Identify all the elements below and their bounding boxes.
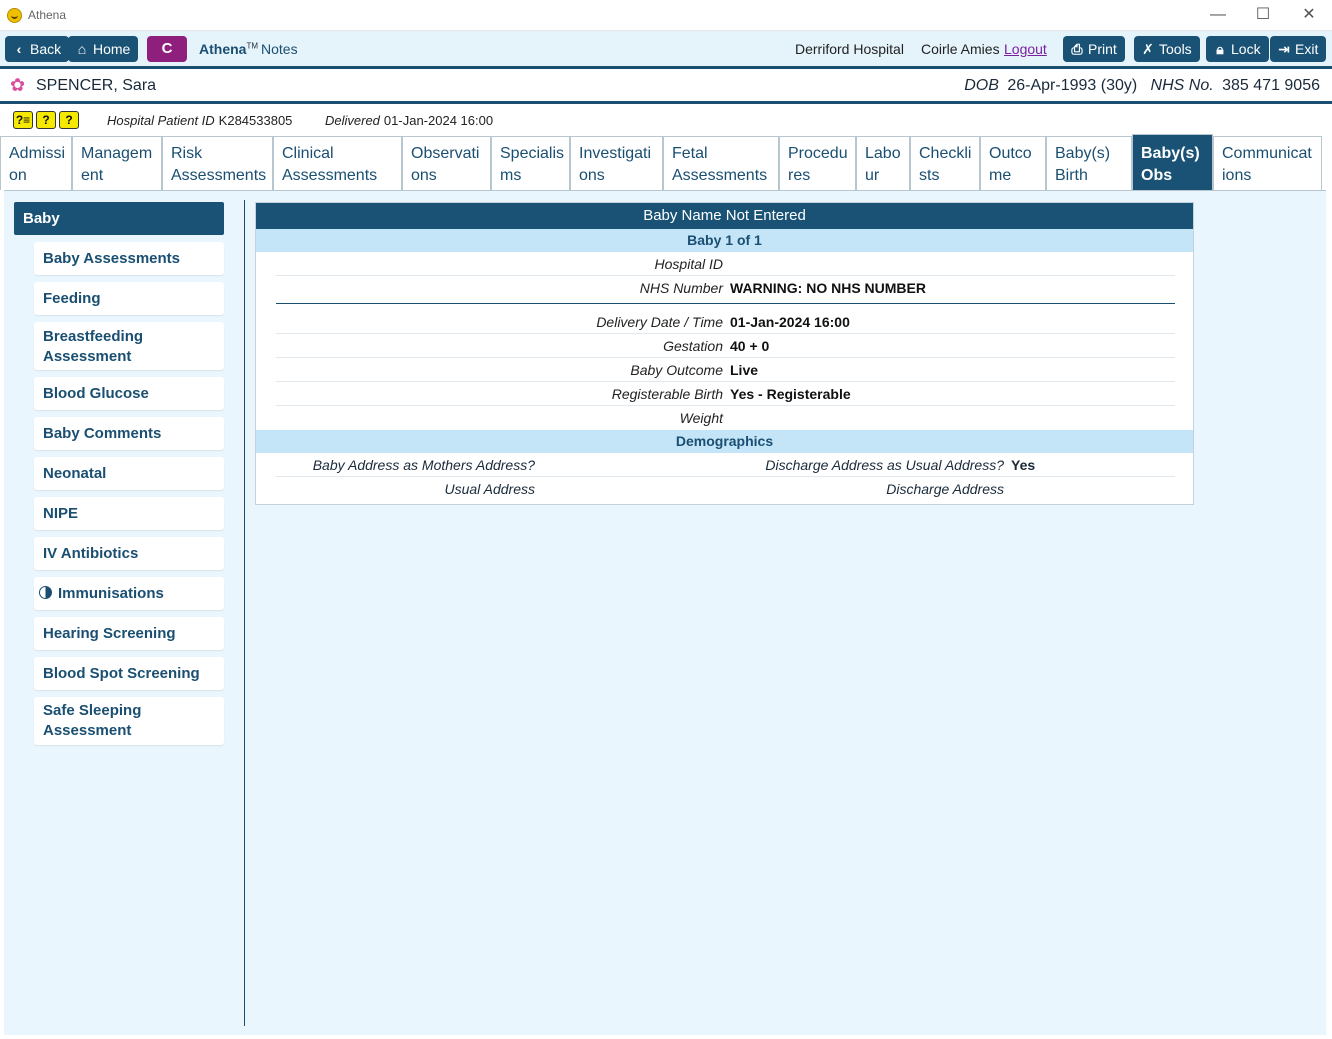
- tab-babys-obs[interactable]: Baby(s) Obs: [1132, 134, 1213, 190]
- tools-icon: ✗: [1142, 41, 1154, 57]
- patient-dob: 26-Apr-1993 (30y): [1007, 77, 1138, 94]
- user-name: Coirle Amies: [921, 41, 1000, 57]
- printer-icon: ⎙: [1071, 41, 1083, 57]
- tools-button[interactable]: ✗ Tools: [1134, 36, 1200, 62]
- question-list-icon[interactable]: ?≡: [13, 111, 33, 129]
- tab-investigations[interactable]: Investigati ons: [570, 136, 663, 190]
- panel-title: Baby Name Not Entered: [256, 203, 1193, 229]
- tab-admission[interactable]: Admissi on: [0, 136, 72, 190]
- logout-link[interactable]: Logout: [1004, 41, 1047, 57]
- demographics-row-addresses: Usual Address Discharge Address: [444, 481, 1004, 497]
- maximize-icon[interactable]: ☐: [1240, 4, 1286, 28]
- half-circle-icon: [39, 586, 52, 599]
- delivered-date: Delivered 01-Jan-2024 16:00: [325, 113, 494, 128]
- sidebar-item-iv-antibiotics[interactable]: IV Antibiotics: [34, 537, 224, 570]
- sidebar-item-baby-assessments[interactable]: Baby Assessments: [34, 242, 224, 275]
- window-title: Athena: [28, 8, 67, 22]
- question-alt-icon[interactable]: ?: [59, 111, 79, 129]
- section-tabs: Admissi on Managem ent Risk Assessments Cli…: [0, 134, 1332, 190]
- tab-specialisms[interactable]: Specialis ms: [491, 136, 570, 190]
- tab-procedures[interactable]: Procedu res: [779, 136, 856, 190]
- athena-app-icon: [7, 8, 22, 23]
- patient-nhs-number: 385 471 9056: [1222, 77, 1320, 94]
- patient-banner: ✿ SPENCER, Sara DOB 26-Apr-1993 (30y) NH…: [0, 69, 1332, 102]
- hospital-name: Derriford Hospital: [795, 41, 904, 57]
- baby-details-panel: Baby Name Not Entered Baby 1 of 1 Hospit…: [255, 202, 1194, 505]
- home-icon: ⌂: [77, 41, 87, 57]
- hospital-patient-id: Hospital Patient ID K284533805: [107, 113, 293, 128]
- field-row-nhs-number: NHS Number WARNING: NO NHS NUMBER: [276, 276, 1175, 300]
- sidebar-item-breastfeeding-assessment[interactable]: Breastfeeding Assessment: [34, 322, 224, 370]
- chevron-left-icon: ‹: [16, 41, 22, 57]
- field-row-weight: Weight: [679, 410, 723, 426]
- flower-icon: ✿: [10, 75, 26, 95]
- demographics-band: Demographics: [256, 430, 1193, 453]
- tab-management[interactable]: Managem ent: [72, 136, 162, 190]
- field-row-gestation: Gestation 40 + 0: [276, 334, 1175, 358]
- tab-risk-assessments[interactable]: Risk Assessments: [162, 136, 273, 190]
- tab-checklists[interactable]: Checkli sts: [910, 136, 980, 190]
- sidebar-header-baby[interactable]: Baby: [14, 202, 224, 235]
- sidebar-item-safe-sleeping-assessment[interactable]: Safe Sleeping Assessment: [34, 697, 224, 745]
- field-row-registerable-birth: Registerable Birth Yes - Registerable: [276, 382, 1175, 406]
- sidebar-item-nipe[interactable]: NIPE: [34, 497, 224, 530]
- tab-babys-birth[interactable]: Baby(s) Birth: [1046, 136, 1132, 190]
- exit-icon: ⇥: [1278, 41, 1290, 57]
- tab-observations[interactable]: Observati ons: [402, 136, 491, 190]
- tab-clinical-assessments[interactable]: Clinical Assessments: [273, 136, 402, 190]
- sidebar-item-feeding[interactable]: Feeding: [34, 282, 224, 315]
- app-title: AthenaTM Notes: [199, 41, 298, 57]
- back-button[interactable]: ‹ Back: [5, 36, 70, 62]
- tab-labour[interactable]: Labo ur: [856, 136, 910, 190]
- question-icon[interactable]: ?: [36, 111, 56, 129]
- tab-fetal-assessments[interactable]: Fetal Assessments: [663, 136, 779, 190]
- tab-outcome[interactable]: Outco me: [980, 136, 1046, 190]
- field-row-hospital-id: Hospital ID: [276, 252, 1175, 276]
- toolbar: ‹ Back ⌂ Home C AthenaTM Notes Derriford Ho…: [0, 31, 1332, 67]
- exit-button[interactable]: ⇥ Exit: [1270, 36, 1327, 62]
- tab-communications[interactable]: Communicat ions: [1213, 136, 1322, 190]
- close-icon[interactable]: ✕: [1286, 4, 1332, 28]
- print-button[interactable]: ⎙ Print: [1063, 36, 1125, 62]
- c-button[interactable]: C: [147, 36, 187, 62]
- field-row-baby-outcome: Baby Outcome Live: [276, 358, 1175, 382]
- lock-icon: 🔒︎: [1216, 41, 1224, 57]
- field-row-delivery-date: Delivery Date / Time 01-Jan-2024 16:00: [276, 310, 1175, 334]
- sidebar-item-immunisations[interactable]: Immunisations: [34, 577, 224, 610]
- demographics-row-address-flags: Baby Address as Mothers Address? Dischar…: [276, 453, 1175, 477]
- nhs-warning: WARNING: NO NHS NUMBER: [730, 280, 926, 296]
- home-button[interactable]: ⌂ Home: [68, 36, 139, 62]
- lock-button[interactable]: 🔒︎ Lock: [1206, 36, 1269, 62]
- sidebar-item-neonatal[interactable]: Neonatal: [34, 457, 224, 490]
- patient-dob-nhs: DOB 26-Apr-1993 (30y) NHS No. 385 471 90…: [964, 77, 1320, 94]
- patient-sub-banner: ?≡ ? ? Hospital Patient ID K284533805 Del…: [0, 104, 1332, 136]
- sidebar-item-blood-spot-screening[interactable]: Blood Spot Screening: [34, 657, 224, 690]
- sidebar-item-baby-comments[interactable]: Baby Comments: [34, 417, 224, 450]
- patient-name: SPENCER, Sara: [36, 77, 157, 94]
- baby-count-band: Baby 1 of 1: [256, 229, 1193, 252]
- sidebar-divider: [244, 200, 245, 1026]
- sidebar-item-hearing-screening[interactable]: Hearing Screening: [34, 617, 224, 650]
- sidebar-item-blood-glucose[interactable]: Blood Glucose: [34, 377, 224, 410]
- minimize-icon[interactable]: —: [1195, 4, 1241, 28]
- section-separator: [276, 303, 1175, 304]
- window-title-bar: Athena — ☐ ✕: [0, 0, 1332, 31]
